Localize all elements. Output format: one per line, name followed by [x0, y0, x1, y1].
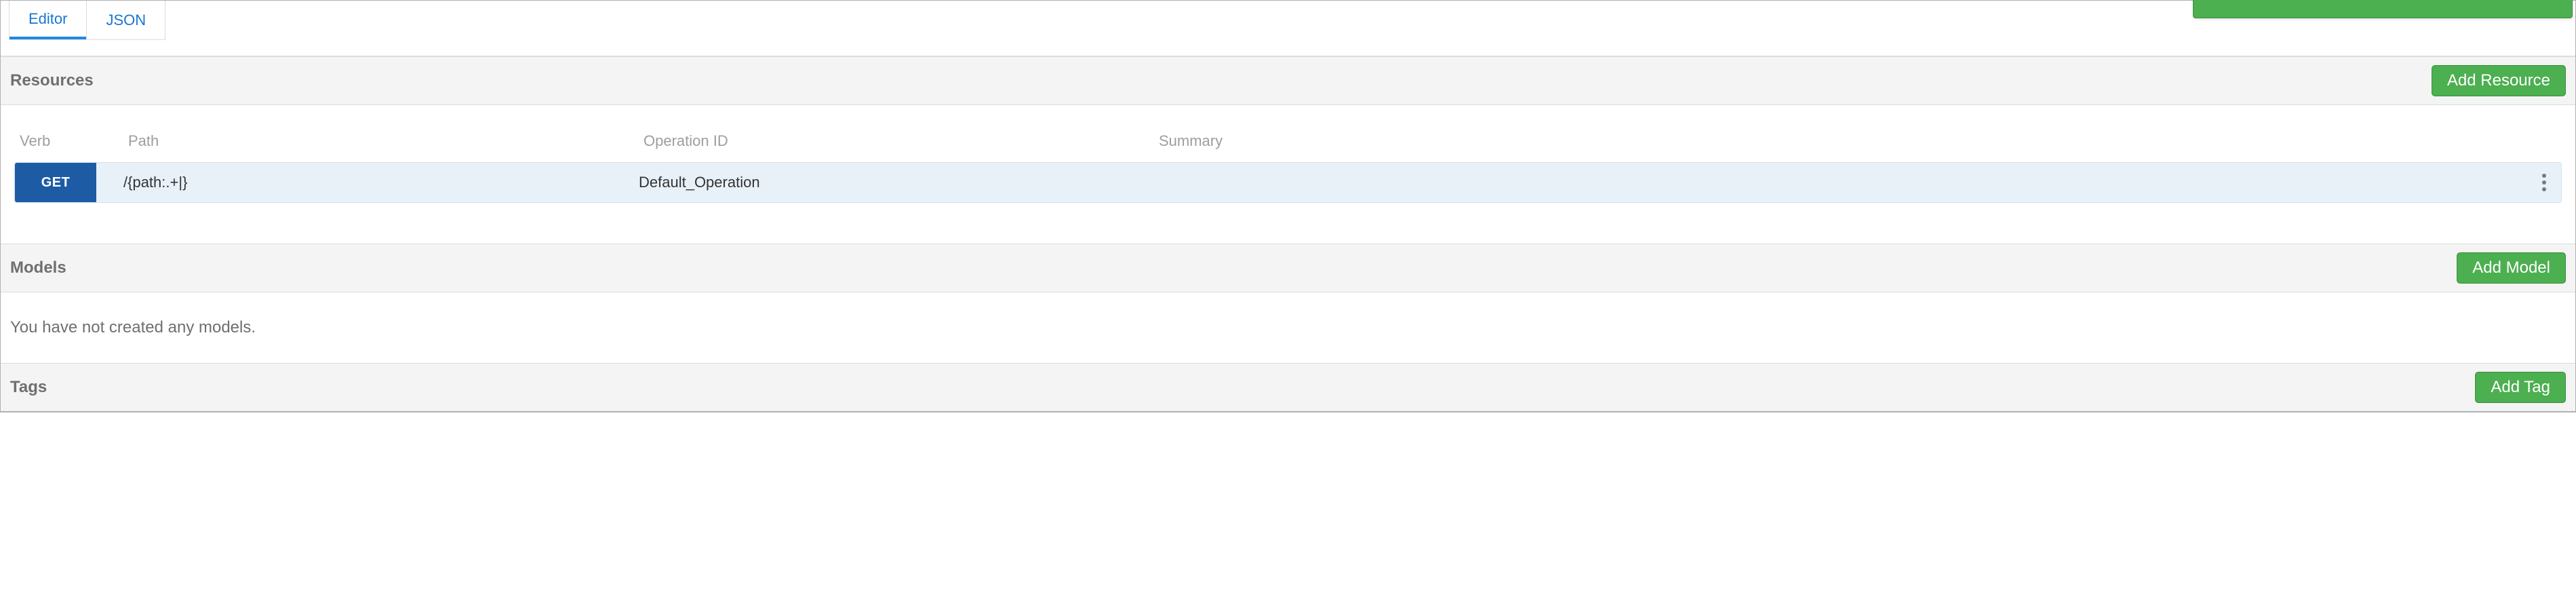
top-strip: Editor JSON	[1, 1, 2575, 56]
add-tag-button[interactable]: Add Tag	[2475, 372, 2566, 403]
tags-header: Tags Add Tag	[1, 363, 2575, 412]
resources-body: Verb Path Operation ID Summary GET /{pat…	[1, 105, 2575, 244]
api-editor-panel: Editor JSON Resources Add Resource Verb …	[0, 0, 2576, 412]
tab-json[interactable]: JSON	[86, 1, 165, 39]
resource-path: /{path:.+|}	[96, 174, 639, 191]
col-verb: Verb	[20, 132, 128, 150]
models-empty-message: You have not created any models.	[10, 318, 256, 336]
add-model-button[interactable]: Add Model	[2457, 252, 2566, 284]
models-header: Models Add Model	[1, 244, 2575, 292]
col-path: Path	[128, 132, 643, 150]
verb-badge-get: GET	[15, 163, 96, 202]
resources-title: Resources	[10, 71, 94, 90]
resource-op-id: Default_Operation	[639, 174, 1154, 191]
tags-title: Tags	[10, 378, 47, 397]
partial-green-button[interactable]	[2193, 0, 2573, 18]
resource-row[interactable]: GET /{path:.+|} Default_Operation	[14, 162, 2562, 203]
kebab-menu-icon[interactable]	[2538, 170, 2550, 195]
resources-column-headers: Verb Path Operation ID Summary	[14, 132, 2562, 162]
col-opid: Operation ID	[643, 132, 1159, 150]
models-title: Models	[10, 258, 66, 277]
col-summary: Summary	[1159, 132, 2556, 150]
tab-editor[interactable]: Editor	[9, 1, 86, 39]
add-resource-button[interactable]: Add Resource	[2432, 65, 2566, 96]
editor-json-tabs: Editor JSON	[9, 1, 165, 40]
models-body: You have not created any models.	[1, 292, 2575, 363]
resources-header: Resources Add Resource	[1, 56, 2575, 105]
